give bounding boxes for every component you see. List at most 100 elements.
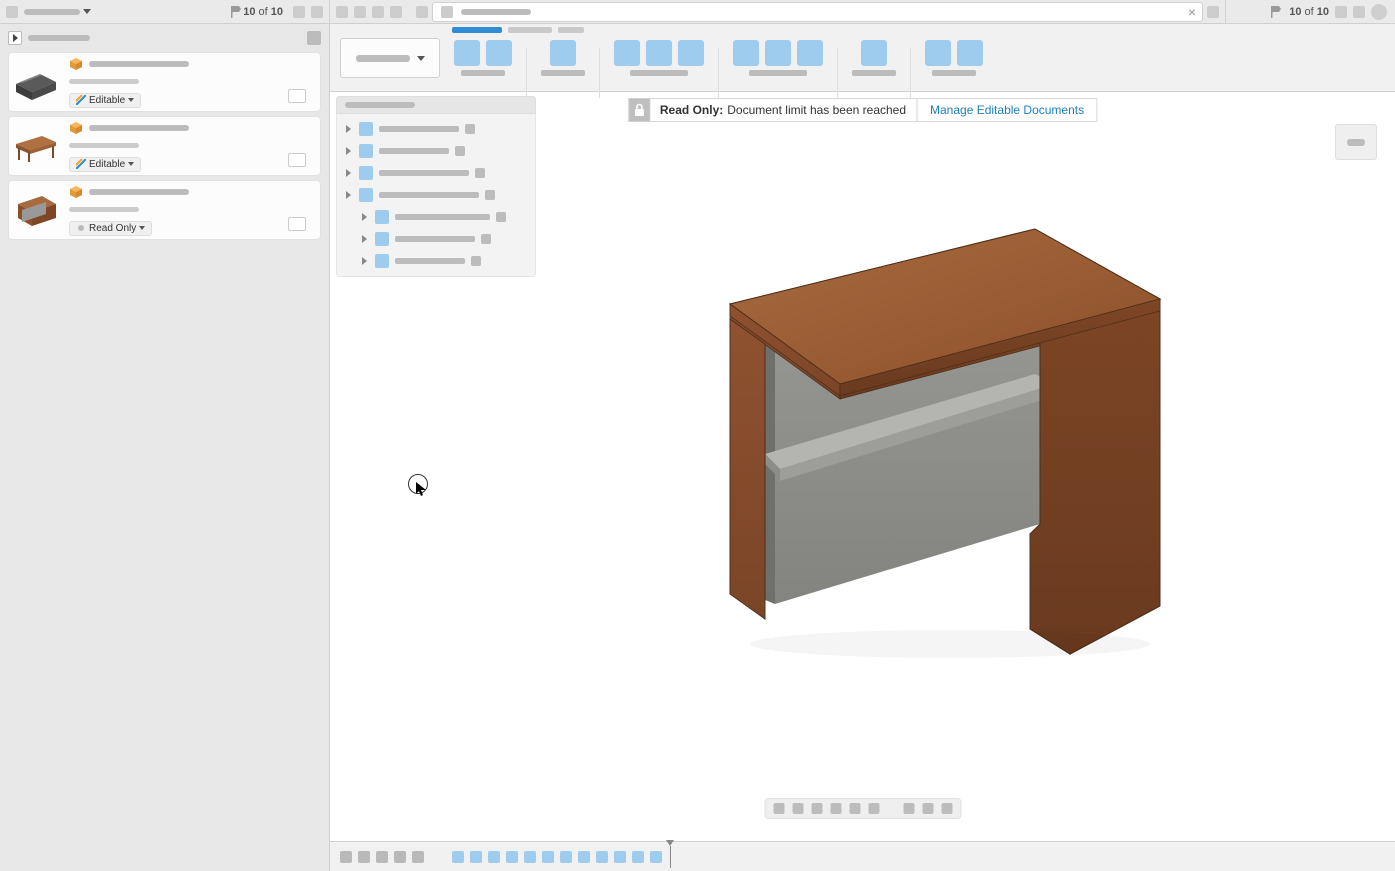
nav-tool[interactable] (792, 803, 803, 814)
tree-expand-caret[interactable] (359, 257, 369, 265)
timeline-feature[interactable] (596, 851, 608, 863)
tree-node[interactable] (337, 250, 535, 272)
ribbon-tool-button[interactable] (861, 40, 887, 66)
document-card[interactable]: Editable (8, 116, 321, 176)
tree-node-visibility[interactable] (471, 256, 481, 266)
tree-expand-caret[interactable] (343, 147, 353, 155)
editable-badge[interactable]: Editable (69, 157, 141, 172)
tree-node[interactable] (337, 118, 535, 140)
tree-node-visibility[interactable] (485, 190, 495, 200)
title-btn-a[interactable] (293, 6, 305, 18)
ribbon-tool-button[interactable] (765, 40, 791, 66)
ribbon-group-label (461, 70, 505, 76)
panel-expand-toggle[interactable] (8, 31, 22, 45)
tree-expand-caret[interactable] (359, 213, 369, 221)
ribbon-tool-button[interactable] (550, 40, 576, 66)
timeline-feature[interactable] (632, 851, 644, 863)
user-avatar[interactable] (1371, 4, 1387, 20)
tree-node[interactable] (337, 206, 535, 228)
timeline-feature[interactable] (470, 851, 482, 863)
timeline-feature[interactable] (614, 851, 626, 863)
tree-node-label-placeholder (395, 258, 465, 264)
tool-redo[interactable] (390, 6, 402, 18)
document-card[interactable]: Editable (8, 52, 321, 112)
timeline-control[interactable] (376, 851, 388, 863)
tree-node[interactable] (337, 184, 535, 206)
timeline-feature[interactable] (650, 851, 662, 863)
nav-tool[interactable] (849, 803, 860, 814)
tree-node-label-placeholder (395, 214, 490, 220)
nav-tool[interactable] (773, 803, 784, 814)
timeline-feature[interactable] (506, 851, 518, 863)
ribbon-tool-button[interactable] (614, 40, 640, 66)
ribbon-tab-active[interactable] (452, 27, 502, 33)
nav-tool[interactable] (811, 803, 822, 814)
manage-documents-link[interactable]: Manage Editable Documents (917, 98, 1097, 122)
ribbon-tab[interactable] (508, 27, 552, 33)
menu-icon[interactable] (6, 6, 18, 18)
tree-node[interactable] (337, 228, 535, 250)
tree-expand-caret[interactable] (343, 191, 353, 199)
timeline-feature[interactable] (524, 851, 536, 863)
viewport-3d-model[interactable] (670, 174, 1230, 694)
timeline-feature[interactable] (488, 851, 500, 863)
tool-undo[interactable] (372, 6, 384, 18)
nav-tool[interactable] (922, 803, 933, 814)
nav-tool[interactable] (868, 803, 879, 814)
ext-btn-a[interactable] (1335, 6, 1347, 18)
tree-node-visibility[interactable] (481, 234, 491, 244)
ribbon-tool-button[interactable] (957, 40, 983, 66)
doc-count-right: 10 of 10 (1289, 6, 1329, 18)
tree-node-visibility[interactable] (455, 146, 465, 156)
ribbon-tool-button[interactable] (797, 40, 823, 66)
timeline-control[interactable] (394, 851, 406, 863)
timeline-playhead[interactable] (670, 846, 671, 868)
ribbon-tool-button[interactable] (454, 40, 480, 66)
ribbon-tool-button[interactable] (733, 40, 759, 66)
ribbon-tool-button[interactable] (646, 40, 672, 66)
timeline-feature[interactable] (578, 851, 590, 863)
timeline-feature[interactable] (560, 851, 572, 863)
card-checkbox[interactable] (288, 217, 306, 231)
timeline-control[interactable] (340, 851, 352, 863)
card-subtitle-placeholder (69, 143, 139, 148)
tree-node-visibility[interactable] (465, 124, 475, 134)
tab-add-button[interactable] (1207, 6, 1219, 18)
ribbon-tab[interactable] (558, 27, 584, 33)
tree-node-visibility[interactable] (496, 212, 506, 222)
ribbon-tool-button[interactable] (486, 40, 512, 66)
ribbon-tool-button[interactable] (678, 40, 704, 66)
timeline-feature[interactable] (452, 851, 464, 863)
nav-tool[interactable] (830, 803, 841, 814)
document-card[interactable]: Read Only (8, 180, 321, 240)
tree-node-visibility[interactable] (475, 168, 485, 178)
tree-node[interactable] (337, 162, 535, 184)
tool-save[interactable] (354, 6, 366, 18)
tab-close-button[interactable]: × (1188, 5, 1196, 19)
timeline-control[interactable] (358, 851, 370, 863)
project-dropdown-caret[interactable] (83, 9, 91, 14)
ext-btn-b[interactable] (1353, 6, 1365, 18)
panel-settings-button[interactable] (307, 31, 321, 45)
tree-expand-caret[interactable] (343, 125, 353, 133)
tree-node[interactable] (337, 140, 535, 162)
timeline-feature[interactable] (542, 851, 554, 863)
tool-file[interactable] (336, 6, 348, 18)
nav-tool[interactable] (941, 803, 952, 814)
tree-node-label-placeholder (379, 126, 459, 132)
document-tab[interactable]: × (432, 2, 1203, 22)
tree-expand-caret[interactable] (343, 169, 353, 177)
viewcube-toggle[interactable] (1335, 124, 1377, 160)
browser-tree-header[interactable] (336, 96, 536, 114)
tree-expand-caret[interactable] (359, 235, 369, 243)
tool-extra[interactable] (416, 6, 428, 18)
ribbon-tool-button[interactable] (925, 40, 951, 66)
readonly-badge[interactable]: Read Only (69, 221, 152, 236)
nav-tool[interactable] (903, 803, 914, 814)
card-checkbox[interactable] (288, 89, 306, 103)
editable-badge[interactable]: Editable (69, 93, 141, 108)
title-btn-b[interactable] (311, 6, 323, 18)
card-checkbox[interactable] (288, 153, 306, 167)
workspace-switcher[interactable] (340, 38, 440, 78)
timeline-control[interactable] (412, 851, 424, 863)
